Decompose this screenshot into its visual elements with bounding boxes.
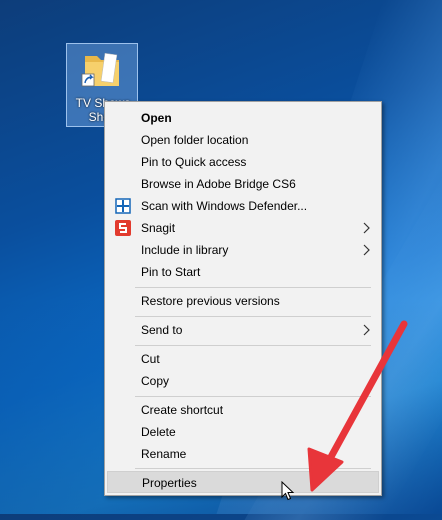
menu-item-open[interactable]: Open	[107, 107, 379, 129]
menu-item-send-to[interactable]: Send to	[107, 319, 379, 341]
menu-item-restore-previous-versions[interactable]: Restore previous versions	[107, 290, 379, 312]
menu-item-pin-quick-access[interactable]: Pin to Quick access	[107, 151, 379, 173]
menu-item-include-in-library[interactable]: Include in library	[107, 239, 379, 261]
folder-icon	[81, 53, 119, 87]
menu-separator	[135, 316, 371, 317]
menu-separator	[135, 345, 371, 346]
menu-item-browse-adobe-bridge[interactable]: Browse in Adobe Bridge CS6	[107, 173, 379, 195]
menu-separator	[135, 287, 371, 288]
menu-separator	[135, 468, 371, 469]
menu-separator	[135, 396, 371, 397]
menu-item-pin-to-start[interactable]: Pin to Start	[107, 261, 379, 283]
menu-item-properties[interactable]: Properties	[107, 471, 379, 493]
menu-item-delete[interactable]: Delete	[107, 421, 379, 443]
chevron-right-icon	[363, 244, 370, 256]
mouse-cursor-icon	[281, 481, 295, 501]
chevron-right-icon	[363, 324, 370, 336]
menu-item-create-shortcut[interactable]: Create shortcut	[107, 399, 379, 421]
menu-item-cut[interactable]: Cut	[107, 348, 379, 370]
chevron-right-icon	[363, 222, 370, 234]
snagit-icon	[115, 220, 131, 236]
menu-item-rename[interactable]: Rename	[107, 443, 379, 465]
menu-item-open-folder-location[interactable]: Open folder location	[107, 129, 379, 151]
menu-item-snagit[interactable]: Snagit	[107, 217, 379, 239]
menu-item-copy[interactable]: Copy	[107, 370, 379, 392]
menu-item-scan-defender[interactable]: Scan with Windows Defender...	[107, 195, 379, 217]
context-menu: Open Open folder location Pin to Quick a…	[104, 101, 382, 496]
windows-defender-icon	[115, 198, 131, 214]
